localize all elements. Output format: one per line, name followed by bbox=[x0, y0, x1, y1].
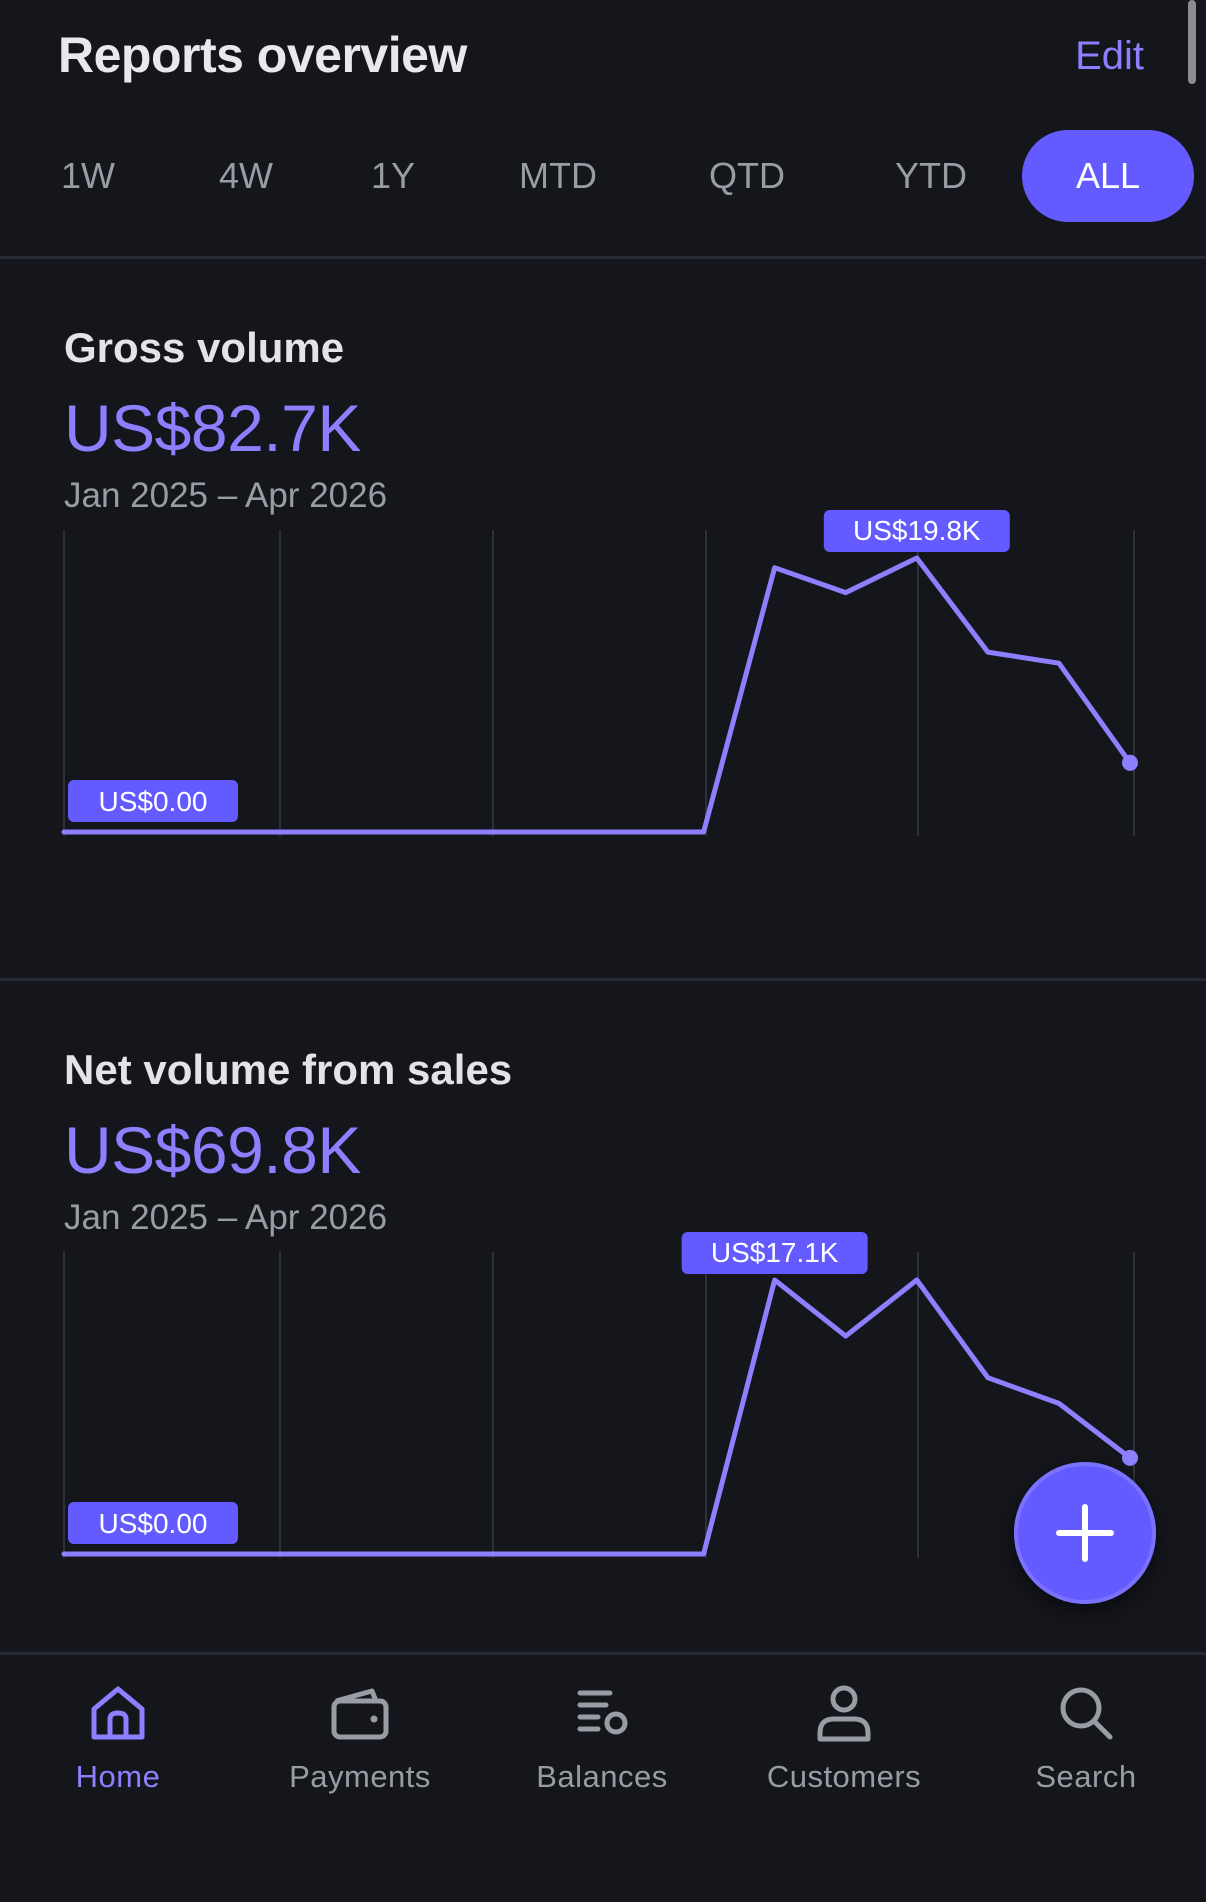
gross-volume-chart[interactable]: US$19.8K US$0.00 bbox=[0, 510, 1206, 880]
nav-label: Payments bbox=[289, 1759, 431, 1794]
nav-item-home[interactable]: Home bbox=[8, 1681, 228, 1811]
min-value-label: US$0.00 bbox=[99, 786, 208, 817]
person-icon bbox=[817, 1685, 871, 1742]
tab-mtd[interactable]: MTD bbox=[508, 130, 608, 222]
tab-1y[interactable]: 1Y bbox=[362, 130, 424, 222]
wallet-icon bbox=[331, 1688, 389, 1740]
edit-button[interactable]: Edit bbox=[1075, 34, 1144, 79]
tab-1w[interactable]: 1W bbox=[52, 130, 124, 222]
home-icon bbox=[91, 1686, 145, 1740]
nav-item-customers[interactable]: Customers bbox=[734, 1681, 954, 1811]
nav-item-balances[interactable]: Balances bbox=[492, 1681, 712, 1811]
reports-screen: Reports overview Edit 1W 4W 1Y MTD QTD Y… bbox=[0, 0, 1206, 1902]
gross-volume-card[interactable]: Gross volume US$82.7K Jan 2025 – Apr 202… bbox=[0, 258, 1206, 978]
header: Reports overview Edit bbox=[0, 0, 1206, 112]
page-title: Reports overview bbox=[58, 27, 467, 83]
period-tabs: 1W 4W 1Y MTD QTD YTD ALL bbox=[0, 130, 1206, 226]
card-title: Gross volume bbox=[64, 324, 345, 371]
scrollbar[interactable] bbox=[1188, 0, 1196, 84]
max-value-label: US$19.8K bbox=[853, 515, 981, 546]
max-value-label: US$17.1K bbox=[711, 1237, 839, 1268]
bottom-nav: Home Payments Balances Customers Search bbox=[0, 1652, 1206, 1902]
plus-icon bbox=[1056, 1504, 1114, 1562]
card-value: US$69.8K bbox=[64, 1113, 361, 1187]
tab-ytd[interactable]: YTD bbox=[884, 130, 978, 222]
card-title: Net volume from sales bbox=[64, 1046, 513, 1093]
min-value-label: US$0.00 bbox=[99, 1508, 208, 1539]
data-point bbox=[1122, 1449, 1138, 1466]
nav-label: Balances bbox=[536, 1759, 668, 1794]
search-icon bbox=[1060, 1687, 1113, 1740]
nav-label: Search bbox=[1035, 1759, 1137, 1794]
tab-all[interactable]: ALL bbox=[1022, 130, 1194, 222]
add-button[interactable] bbox=[1014, 1462, 1156, 1604]
card-date-range: Jan 2025 – Apr 2026 bbox=[64, 1198, 388, 1237]
data-point bbox=[1122, 754, 1138, 771]
nav-label: Home bbox=[75, 1759, 161, 1794]
card-value: US$82.7K bbox=[64, 391, 361, 465]
tab-4w[interactable]: 4W bbox=[206, 130, 286, 222]
nav-item-search[interactable]: Search bbox=[976, 1681, 1196, 1811]
nav-label: Customers bbox=[766, 1759, 922, 1794]
card-date-range: Jan 2025 – Apr 2026 bbox=[64, 476, 388, 515]
tab-qtd[interactable]: QTD bbox=[700, 130, 794, 222]
balances-icon bbox=[577, 1690, 628, 1735]
nav-item-payments[interactable]: Payments bbox=[250, 1681, 470, 1811]
